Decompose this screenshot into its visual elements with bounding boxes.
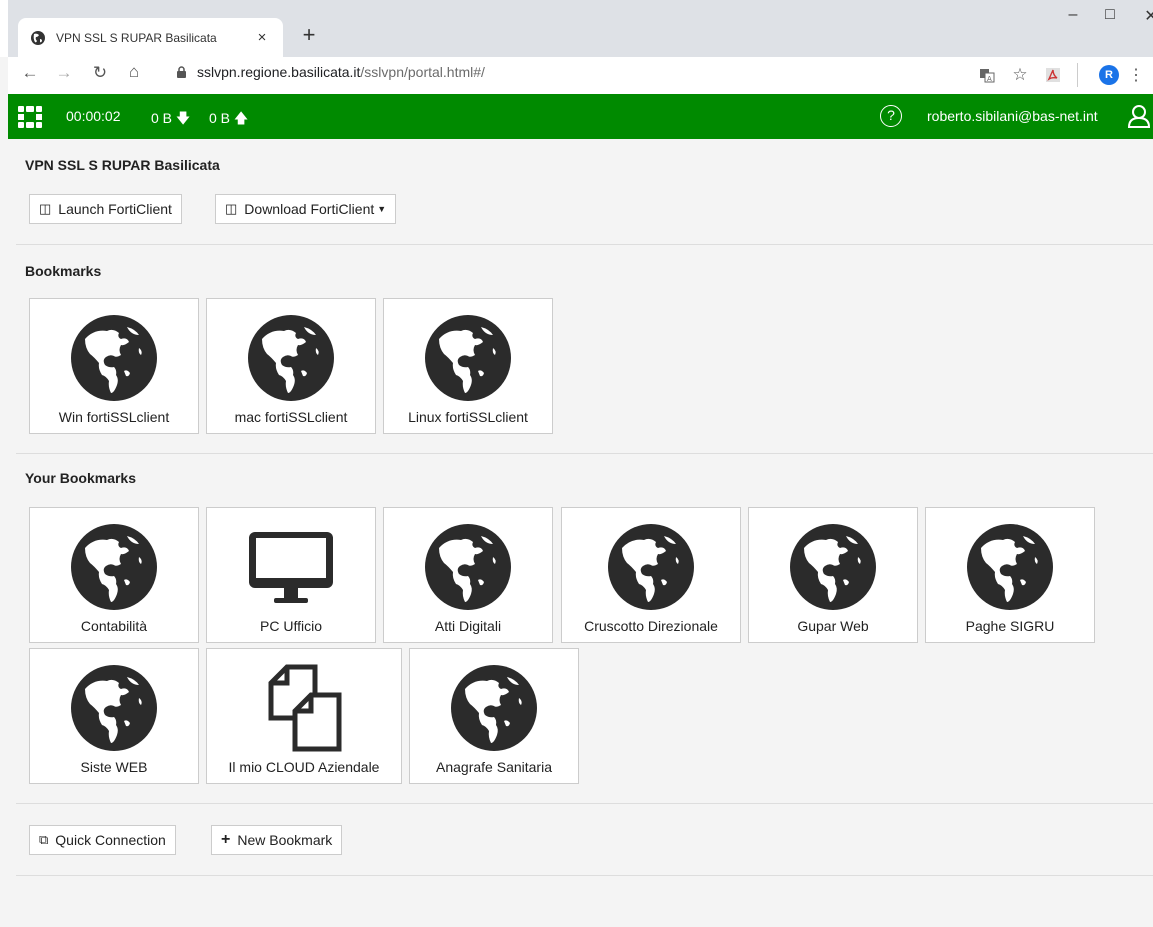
bookmark-tile[interactable]: Atti Digitali [383, 507, 553, 643]
monitor-icon [249, 532, 333, 603]
new-tab-button[interactable]: + [296, 22, 322, 48]
files-icon [268, 664, 342, 752]
menu-kebab-icon[interactable]: ⋮ [1128, 63, 1144, 87]
session-timer: 00:00:02 [66, 108, 121, 124]
portal-header: 00:00:02 0 B 🡇 0 B 🡅 ? roberto.sibilani@… [8, 94, 1153, 139]
divider [16, 803, 1153, 804]
globe-icon [608, 524, 694, 610]
new-bookmark-label: New Bookmark [237, 832, 333, 848]
user-icon[interactable] [1128, 104, 1150, 128]
bookmark-tile[interactable]: Il mio CLOUD Aziendale [206, 648, 402, 784]
upload-counter: 0 B 🡅 [209, 108, 248, 132]
quick-connection-button[interactable]: ⧉ Quick Connection [29, 825, 176, 855]
upload-value: 0 B [209, 110, 231, 126]
forticlient-icon: ◫ [39, 201, 52, 216]
bookmark-tile[interactable]: Win fortiSSLclient [29, 298, 199, 434]
launch-forticlient-button[interactable]: ◫ Launch FortiClient [29, 194, 182, 224]
new-bookmark-button[interactable]: + New Bookmark [211, 825, 343, 855]
bookmark-label: Anagrafe Sanitaria [436, 759, 552, 775]
bookmark-label: Win fortiSSLclient [58, 409, 170, 425]
reload-icon[interactable]: ↻ [86, 63, 114, 83]
globe-icon [71, 524, 157, 610]
globe-icon [71, 315, 157, 401]
arrow-up-icon: 🡅 [233, 110, 249, 126]
globe-icon [425, 315, 511, 401]
bookmark-label: Gupar Web [797, 618, 869, 634]
tab-title: VPN SSL S RUPAR Basilicata [56, 30, 217, 45]
help-icon[interactable]: ? [880, 105, 902, 127]
bookmark-label: Il mio CLOUD Aziendale [228, 759, 380, 775]
url-path: /sslvpn/portal.html#/ [360, 64, 485, 80]
download-forticlient-button[interactable]: ◫ Download FortiClient ▼ [215, 194, 397, 224]
bookmark-label: Siste WEB [80, 759, 148, 775]
forticlient-icon: ◫ [225, 201, 238, 216]
divider [16, 875, 1153, 876]
divider [16, 453, 1153, 454]
address-bar[interactable]: sslvpn.regione.basilicata.it/sslvpn/port… [176, 64, 485, 80]
close-window-icon[interactable]: ✕ [1136, 6, 1153, 26]
home-icon[interactable]: ⌂ [120, 62, 148, 82]
page-title: VPN SSL S RUPAR Basilicata [25, 157, 220, 173]
globe-icon [451, 665, 537, 751]
portal-content: VPN SSL S RUPAR Basilicata ◫ Launch Fort… [8, 139, 1153, 927]
globe-icon [248, 315, 334, 401]
download-counter: 0 B 🡇 [151, 108, 190, 132]
quick-connection-label: Quick Connection [55, 832, 166, 848]
bookmark-tile[interactable]: PC Ufficio [206, 507, 376, 643]
bookmark-tile[interactable]: mac fortiSSLclient [206, 298, 376, 434]
browser-tab[interactable]: VPN SSL S RUPAR Basilicata × [18, 18, 283, 57]
bookmarks-heading: Bookmarks [25, 263, 102, 279]
maximize-icon[interactable]: □ [1095, 6, 1125, 24]
translate-icon[interactable]: A [976, 63, 998, 87]
svg-text:A: A [987, 75, 992, 83]
tab-close-icon[interactable]: × [253, 29, 271, 46]
globe-icon [71, 665, 157, 751]
forward-icon[interactable]: → [50, 63, 78, 83]
bookmark-label: Linux fortiSSLclient [408, 409, 528, 425]
bookmark-label: mac fortiSSLclient [234, 409, 348, 425]
bookmark-label: Atti Digitali [434, 618, 502, 634]
pdf-extension-icon[interactable] [1042, 63, 1064, 87]
minimize-icon[interactable]: – [1058, 6, 1088, 24]
fortinet-logo-icon[interactable] [18, 106, 42, 128]
plus-icon: + [221, 831, 231, 848]
username[interactable]: roberto.sibilani@bas-net.int [927, 108, 1098, 124]
bookmark-tile[interactable]: Anagrafe Sanitaria [409, 648, 579, 784]
bookmark-tile[interactable]: Gupar Web [748, 507, 918, 643]
bookmark-tile[interactable]: Contabilità [29, 507, 199, 643]
browser-toolbar: ← → ↻ ⌂ sslvpn.regione.basilicata.it/ssl… [8, 57, 1153, 94]
lock-icon [177, 66, 186, 78]
globe-favicon-icon [31, 30, 45, 45]
caret-down-icon: ▼ [377, 204, 387, 214]
toolbar-divider [1077, 63, 1078, 87]
browser-tab-strip: VPN SSL S RUPAR Basilicata × + – □ ✕ [0, 0, 1153, 57]
bookmark-label: Cruscotto Direzionale [584, 618, 718, 634]
your-bookmarks-heading: Your Bookmarks [25, 470, 136, 486]
bookmark-label: PC Ufficio [260, 618, 322, 634]
url-host: sslvpn.regione.basilicata.it [197, 64, 361, 80]
globe-icon [425, 524, 511, 610]
external-link-icon: ⧉ [39, 832, 49, 847]
bookmark-label: Paghe SIGRU [965, 618, 1055, 634]
download-value: 0 B [151, 110, 173, 126]
bookmark-star-icon[interactable]: ☆ [1009, 63, 1031, 87]
profile-initial: R [1099, 65, 1119, 85]
download-forticlient-label: Download FortiClient [244, 201, 375, 217]
bookmark-label: Contabilità [80, 618, 148, 634]
launch-forticlient-label: Launch FortiClient [58, 201, 172, 217]
back-icon[interactable]: ← [16, 63, 44, 83]
profile-avatar[interactable]: R [1098, 63, 1120, 87]
globe-icon [790, 524, 876, 610]
bookmark-tile[interactable]: Cruscotto Direzionale [561, 507, 741, 643]
divider [16, 244, 1153, 245]
bookmark-tile[interactable]: Paghe SIGRU [925, 507, 1095, 643]
globe-icon [967, 524, 1053, 610]
bookmark-tile[interactable]: Linux fortiSSLclient [383, 298, 553, 434]
arrow-down-icon: 🡇 [175, 110, 191, 126]
bookmark-tile[interactable]: Siste WEB [29, 648, 199, 784]
